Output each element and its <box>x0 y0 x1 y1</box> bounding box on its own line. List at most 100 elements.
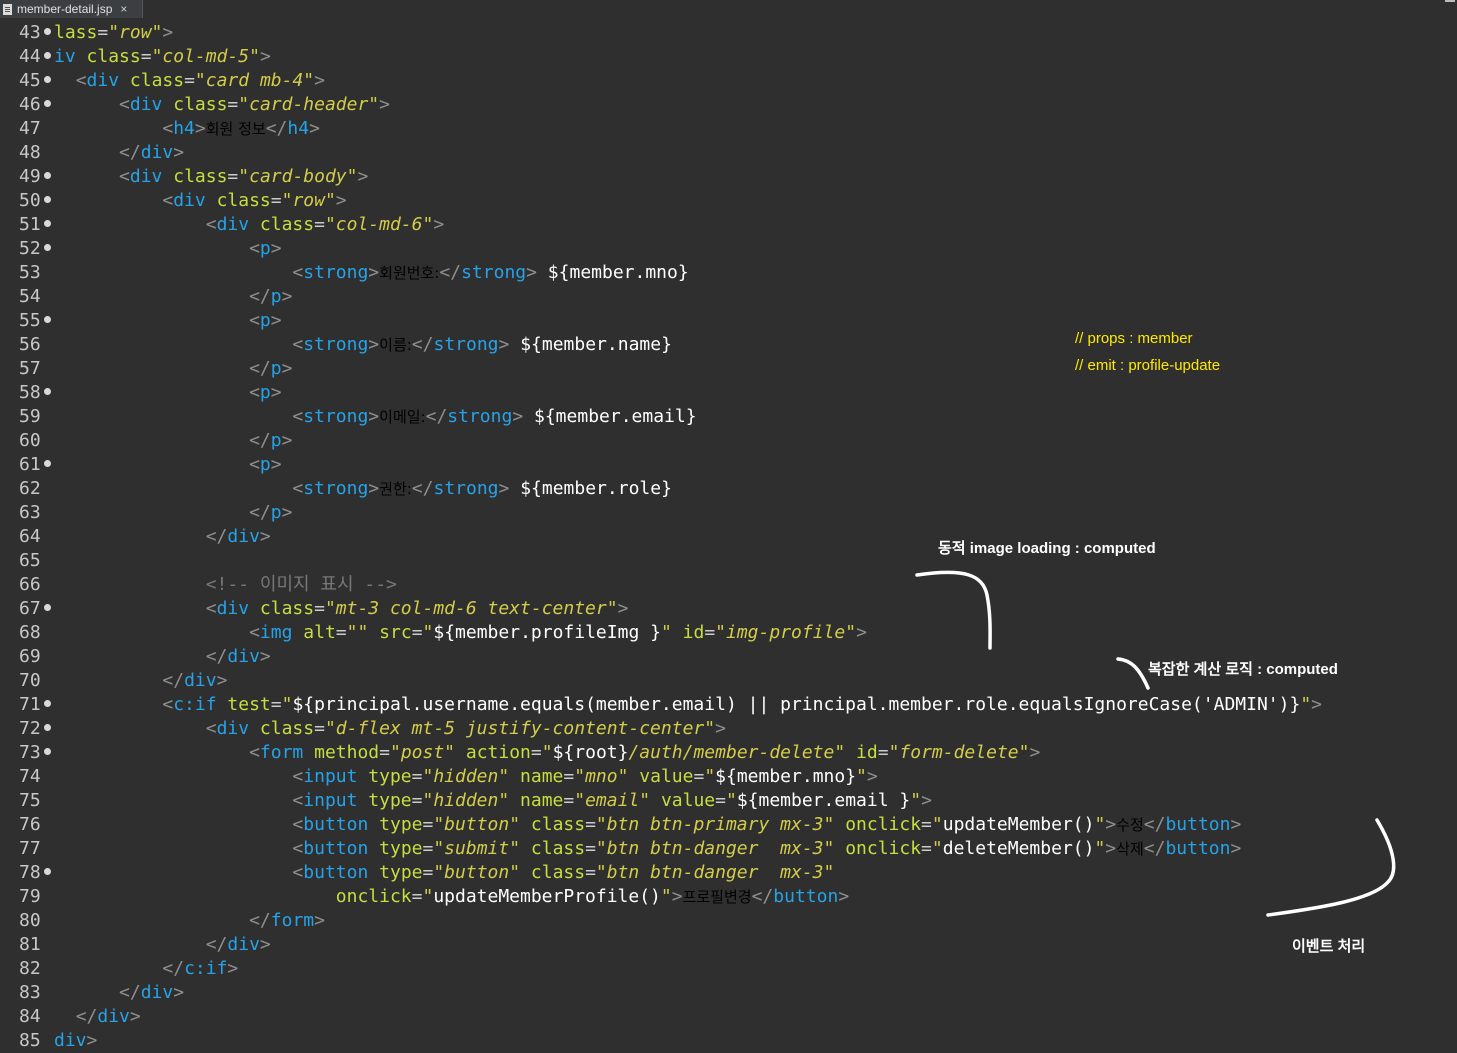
code-text: <p> <box>54 309 282 333</box>
code-line[interactable]: 83 </div> <box>0 981 1457 1005</box>
code-line[interactable]: 49 <div class="card-body"> <box>0 165 1457 189</box>
code-line[interactable]: 56 <strong>이름:</strong> ${member.name} <box>0 333 1457 357</box>
code-token: = <box>97 22 109 43</box>
code-line[interactable]: 64 </div> <box>0 525 1457 549</box>
code-line[interactable]: 51 <div class="col-md-6"> <box>0 213 1457 237</box>
code-token: deleteMember() <box>942 838 1095 859</box>
code-line[interactable]: 54 </p> <box>0 285 1457 309</box>
code-token: </ <box>162 958 185 979</box>
code-line[interactable]: 66 <!-- 이미지 표시 --> <box>0 573 1457 597</box>
close-tab-icon[interactable]: × <box>120 2 127 16</box>
code-token: h4 <box>287 118 310 139</box>
code-line[interactable]: 46 <div class="card-header"> <box>0 93 1457 117</box>
code-line[interactable]: 74 <input type="hidden" name="mno" value… <box>0 765 1457 789</box>
code-line[interactable]: 67 <div class="mt-3 col-md-6 text-center… <box>0 597 1457 621</box>
fold-marker-icon[interactable] <box>44 748 51 755</box>
code-line[interactable]: 80 </form> <box>0 909 1457 933</box>
code-token: = <box>140 46 152 67</box>
code-token: 이메일: <box>379 408 426 426</box>
code-line[interactable]: 44 iv class="col-md-5"> <box>0 45 1457 69</box>
fold-marker-icon[interactable] <box>44 220 51 227</box>
code-line[interactable]: 78 <button type="button" class="btn btn-… <box>0 861 1457 885</box>
fold-marker-icon[interactable] <box>44 604 51 611</box>
code-line[interactable]: 79 onclick="updateMemberProfile()">프로필변경… <box>0 885 1457 909</box>
fold-marker-icon[interactable] <box>44 172 51 179</box>
code-line[interactable]: 72 <div class="d-flex mt-5 justify-conte… <box>0 717 1457 741</box>
code-line[interactable]: 82 </c:if> <box>0 957 1457 981</box>
code-line[interactable]: 73 <form method="post" action="${root}/a… <box>0 741 1457 765</box>
line-number: 59 <box>19 406 41 427</box>
fold-marker-icon[interactable] <box>44 388 51 395</box>
code-token: "btn btn-danger mx-3" <box>595 862 835 883</box>
line-number: 81 <box>19 934 41 955</box>
fold-marker-icon[interactable] <box>44 316 51 323</box>
code-line[interactable]: 71 <c:if test="${principal.username.equa… <box>0 693 1457 717</box>
code-line[interactable]: 77 <button type="submit" class="btn btn-… <box>0 837 1457 861</box>
fold-marker-icon[interactable] <box>44 28 51 35</box>
code-token: > <box>368 478 380 499</box>
code-token: " <box>725 790 737 811</box>
code-token: > <box>86 1030 98 1051</box>
fold-marker-icon[interactable] <box>44 460 51 467</box>
event-annotation: 이벤트 처리 <box>1292 938 1366 955</box>
code-token: "button" <box>433 862 521 883</box>
line-number: 53 <box>19 262 41 283</box>
code-token: > <box>368 334 380 355</box>
code-text: <!-- 이미지 표시 --> <box>54 573 397 597</box>
code-token: < <box>205 598 217 619</box>
code-line[interactable]: 53 <strong>회원번호:</strong> ${member.mno} <box>0 261 1457 285</box>
code-token: < <box>249 622 260 643</box>
code-token: "card mb-4" <box>194 70 315 91</box>
code-line[interactable]: 76 <button type="button" class="btn btn-… <box>0 813 1457 837</box>
code-line[interactable]: 57 </p> <box>0 357 1457 381</box>
fold-marker-icon[interactable] <box>44 868 51 875</box>
code-token: ${member.role} <box>509 478 672 499</box>
minimize-icon[interactable] <box>1445 0 1455 8</box>
code-token: "mt-3 col-md-6 text-center" <box>324 598 618 619</box>
code-token: = <box>704 622 716 643</box>
code-line[interactable]: 84 </div> <box>0 1005 1457 1029</box>
fold-marker-icon[interactable] <box>44 724 51 731</box>
code-token: /auth/member-delete" <box>628 742 846 763</box>
code-line[interactable]: 61 <p> <box>0 453 1457 477</box>
code-line[interactable]: 75 <input type="hidden" name="email" val… <box>0 789 1457 813</box>
fold-marker-icon[interactable] <box>44 100 51 107</box>
code-line[interactable]: 59 <strong>이메일:</strong> ${member.email} <box>0 405 1457 429</box>
fold-marker-icon[interactable] <box>44 244 51 251</box>
code-line[interactable]: 62 <strong>권한:</strong> ${member.role} <box>0 477 1457 501</box>
fold-marker-icon[interactable] <box>44 76 51 83</box>
code-line[interactable]: 52 <p> <box>0 237 1457 261</box>
code-line[interactable]: 63 </p> <box>0 501 1457 525</box>
code-line[interactable]: 65 <box>0 549 1457 573</box>
code-text: <div class="row"> <box>54 189 346 213</box>
code-token: id <box>682 622 705 643</box>
code-token: div <box>129 166 163 187</box>
fold-marker-icon[interactable] <box>44 700 51 707</box>
code-line[interactable]: 60 </p> <box>0 429 1457 453</box>
fold-marker-icon[interactable] <box>44 52 51 59</box>
code-line[interactable]: 81 </div> <box>0 933 1457 957</box>
code-line[interactable]: 58 <p> <box>0 381 1457 405</box>
code-line[interactable]: 50 <div class="row"> <box>0 189 1457 213</box>
editor-tab[interactable]: member-detail.jsp × <box>0 0 143 18</box>
code-token: > <box>259 526 271 547</box>
code-line[interactable]: 48 </div> <box>0 141 1457 165</box>
code-line[interactable]: 55 <p> <box>0 309 1457 333</box>
code-line[interactable]: 45 <div class="card mb-4"> <box>0 69 1457 93</box>
code-token: class <box>86 46 141 67</box>
fold-marker-icon[interactable] <box>44 196 51 203</box>
code-line[interactable]: 68 <img alt="" src="${member.profileImg … <box>0 621 1457 645</box>
code-line[interactable]: 47 <h4>회원 정보</h4> <box>0 117 1457 141</box>
code-text: <strong>권한:</strong> ${member.role} <box>54 477 672 501</box>
code-line[interactable]: 85 div> <box>0 1029 1457 1053</box>
code-token: " <box>856 766 867 787</box>
code-line[interactable]: 43 lass="row"> <box>0 21 1457 45</box>
line-number: 56 <box>19 334 41 355</box>
code-editor[interactable]: 43 lass="row"> 44 iv class="col-md-5"> 45 <d… <box>0 21 1457 1051</box>
code-token: </ <box>249 358 271 379</box>
